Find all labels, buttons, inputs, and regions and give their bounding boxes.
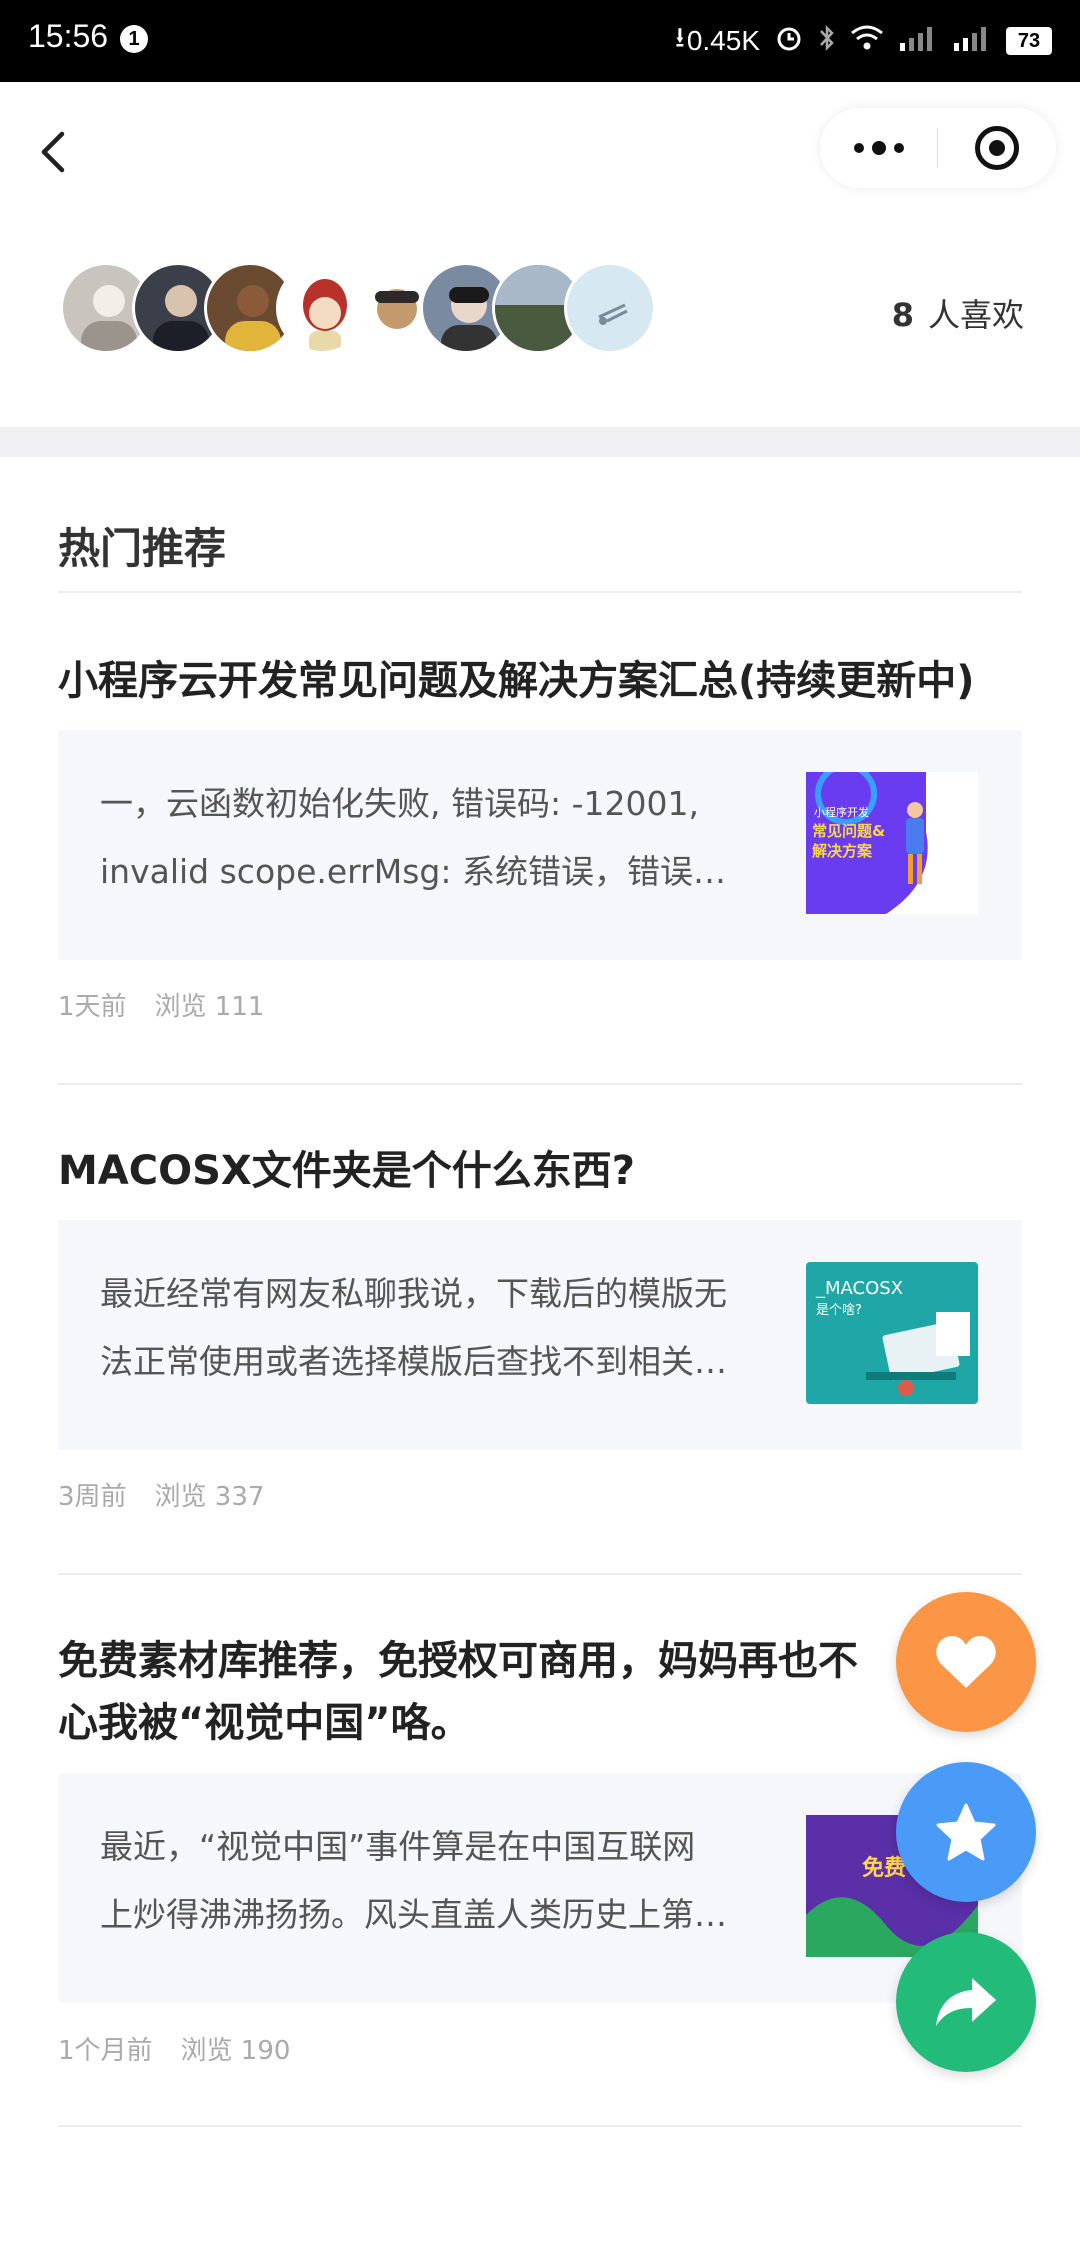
article-title[interactable]: MACOSX文件夹是个什么东西? <box>58 1140 1038 1202</box>
bluetooth-icon <box>818 23 836 60</box>
miniprogram-capsule <box>820 108 1056 188</box>
divider <box>58 2125 1022 2127</box>
close-miniprogram-button[interactable] <box>938 108 1055 188</box>
heart-icon <box>936 1636 996 1688</box>
article-meta: 3周前 浏览 337 <box>58 1482 265 1512</box>
article-thumbnail: 小程序开发 常见问题& 解决方案 <box>806 772 978 914</box>
like-button[interactable] <box>896 1592 1036 1732</box>
download-arrow-icon: ⭳ <box>675 22 685 53</box>
svg-text:解决方案: 解决方案 <box>812 842 873 860</box>
share-button[interactable] <box>896 1932 1036 2072</box>
target-icon <box>974 126 1019 170</box>
article-meta: 1天前 浏览 111 <box>58 992 265 1022</box>
divider <box>58 1573 1022 1575</box>
signal-icon-2 <box>952 25 992 58</box>
article-card[interactable]: 最近经常有网友私聊我说，下载后的模版无 法正常使用或者选择模版后查找不到相关… … <box>58 1220 1022 1450</box>
divider <box>58 591 1022 593</box>
chevron-left-icon <box>41 131 65 173</box>
divider <box>58 1083 1022 1085</box>
article-card[interactable]: 一，云函数初始化失败, 错误码: -12001, invalid scope.e… <box>58 730 1022 960</box>
svg-text:小程序开发: 小程序开发 <box>814 805 869 819</box>
svg-text:常见问题&: 常见问题& <box>812 822 885 840</box>
status-time: 15:56 <box>28 18 109 54</box>
article-excerpt: 最近经常有网友私聊我说，下载后的模版无 法正常使用或者选择模版后查找不到相关… <box>100 1274 727 1381</box>
likes-count: 8 人喜欢 <box>891 296 1024 334</box>
svg-text:是个啥?: 是个啥? <box>816 1302 862 1318</box>
section-title: 热门推荐 <box>58 524 227 573</box>
section-divider <box>0 427 1080 457</box>
more-menu-button[interactable] <box>820 108 937 188</box>
status-bar: 15:56 1 ⭳ 0.45K 73 <box>0 0 1080 82</box>
article-meta: 1个月前 浏览 190 <box>58 2036 291 2066</box>
wifi-icon <box>850 24 884 59</box>
share-arrow-icon <box>936 1978 996 2026</box>
likes-row: 8 人喜欢 <box>0 212 1080 427</box>
alarm-icon <box>774 23 804 60</box>
battery-icon: 73 <box>1006 27 1052 55</box>
article-excerpt: 最近，“视觉中国”事件算是在中国互联网 上炒得沸沸扬扬。风头直盖人类历史上第… <box>100 1827 727 1934</box>
article-title[interactable]: 小程序云开发常见问题及解决方案汇总(持续更新中) <box>58 650 1038 712</box>
article-card[interactable]: 最近，“视觉中国”事件算是在中国互联网 上炒得沸沸扬扬。风头直盖人类历史上第… … <box>58 1773 1022 2003</box>
favorite-button[interactable] <box>896 1762 1036 1902</box>
article-title[interactable]: 免费素材库推荐，免授权可商用，妈妈再也不 心我被“视觉中国”咯。 <box>58 1630 1038 1754</box>
more-dots-icon <box>853 143 864 153</box>
avatar[interactable] <box>564 262 656 354</box>
status-icons: ⭳ 0.45K 73 <box>675 20 1052 62</box>
star-icon <box>936 1803 996 1861</box>
article-excerpt: 一，云函数初始化失败, 错误码: -12001, invalid scope.e… <box>100 784 726 891</box>
svg-text:免费: 免费 <box>862 1855 906 1881</box>
article-thumbnail: _MACOSX 是个啥? <box>806 1262 978 1404</box>
back-button[interactable] <box>30 122 80 182</box>
nav-bar <box>0 82 1080 212</box>
signal-icon-1 <box>898 25 938 58</box>
net-speed: 0.45K <box>686 25 760 56</box>
notification-badge: 1 <box>120 25 148 53</box>
svg-text:_MACOSX: _MACOSX <box>815 1278 903 1299</box>
